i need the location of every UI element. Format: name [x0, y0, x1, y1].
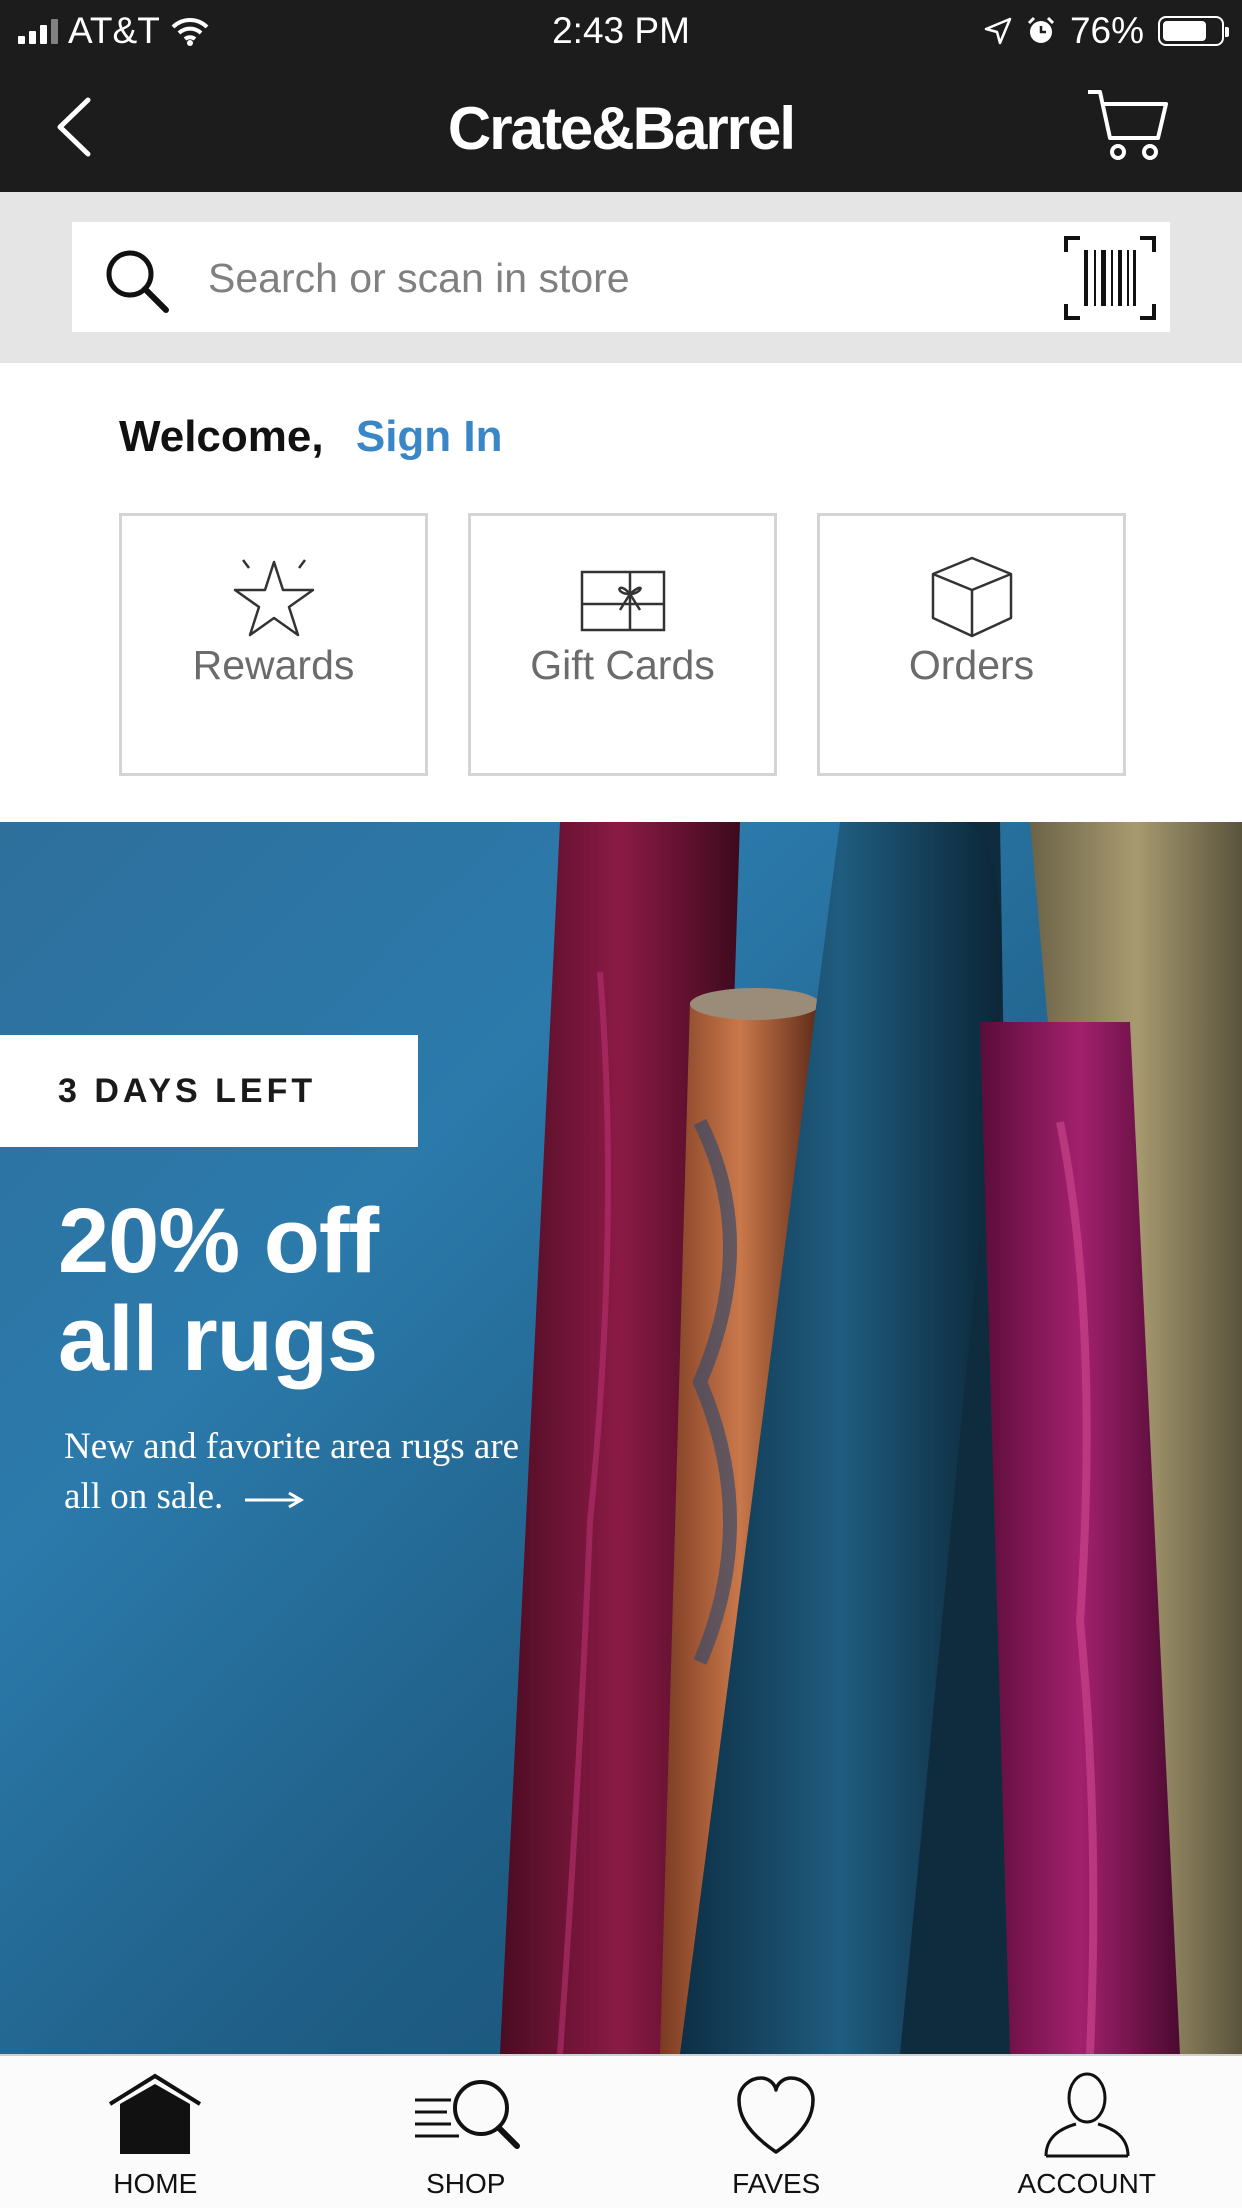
barcode-icon[interactable] — [1064, 236, 1156, 320]
battery-percent: 76% — [1069, 10, 1144, 51]
brand-logo: Crate&Barrel — [447, 95, 796, 162]
gift-cards-label: Gift Cards — [530, 642, 715, 688]
heart-icon — [737, 2076, 815, 2154]
welcome-label: Welcome, — [119, 412, 324, 461]
promo-banner[interactable]: 3 DAYS LEFT 20% off all rugs New and fav… — [0, 822, 1242, 2054]
orders-tile[interactable]: Orders — [817, 513, 1126, 776]
search-icon — [106, 250, 169, 313]
status-bar: AT&T 2:43 PM 76% — [0, 0, 1242, 62]
days-left-badge: 3 DAYS LEFT — [0, 1035, 418, 1147]
days-left-label: 3 DAYS LEFT — [58, 1071, 317, 1110]
arrow-right-icon — [244, 1491, 304, 1508]
search-area — [0, 192, 1242, 363]
tab-bar: HOME SHOP FAVES ACCOUNT — [0, 2054, 1242, 2208]
cart-icon[interactable] — [1086, 86, 1170, 166]
search-input[interactable] — [206, 242, 1090, 314]
gift-card-icon — [580, 570, 665, 632]
nav-bar: Crate&Barrel — [0, 62, 1242, 192]
tab-shop[interactable]: SHOP — [311, 2056, 622, 2208]
search-box[interactable] — [72, 222, 1170, 332]
battery-icon — [1158, 16, 1229, 46]
location-arrow-icon — [984, 17, 1012, 45]
home-icon — [109, 2073, 202, 2154]
tab-faves-label: FAVES — [732, 2168, 821, 2199]
person-icon — [1044, 2072, 1130, 2158]
welcome-row: Welcome, Sign In — [119, 412, 503, 462]
star-icon — [233, 559, 314, 637]
tab-account[interactable]: ACCOUNT — [932, 2056, 1242, 2208]
promo-headline: 20% off all rugs — [58, 1190, 379, 1390]
box-icon — [931, 556, 1012, 638]
alarm-icon — [1027, 16, 1054, 43]
tab-account-label: ACCOUNT — [1017, 2168, 1156, 2199]
tab-shop-label: SHOP — [426, 2168, 506, 2199]
orders-label: Orders — [908, 642, 1035, 688]
tab-faves[interactable]: FAVES — [621, 2056, 932, 2208]
promo-subtext: New and favorite area rugs are all on sa… — [64, 1422, 544, 1522]
tab-home[interactable]: HOME — [0, 2056, 311, 2208]
sign-in-link[interactable]: Sign In — [356, 412, 503, 461]
tab-home-label: HOME — [113, 2168, 198, 2199]
status-right: 76% — [984, 10, 1229, 52]
rewards-label: Rewards — [192, 642, 355, 688]
shop-search-icon — [414, 2080, 520, 2149]
gift-cards-tile[interactable]: Gift Cards — [468, 513, 777, 776]
rewards-tile[interactable]: Rewards — [119, 513, 428, 776]
quick-tiles: Rewards Gift Cards Orders — [119, 513, 1126, 776]
battery-fill — [1163, 21, 1206, 41]
